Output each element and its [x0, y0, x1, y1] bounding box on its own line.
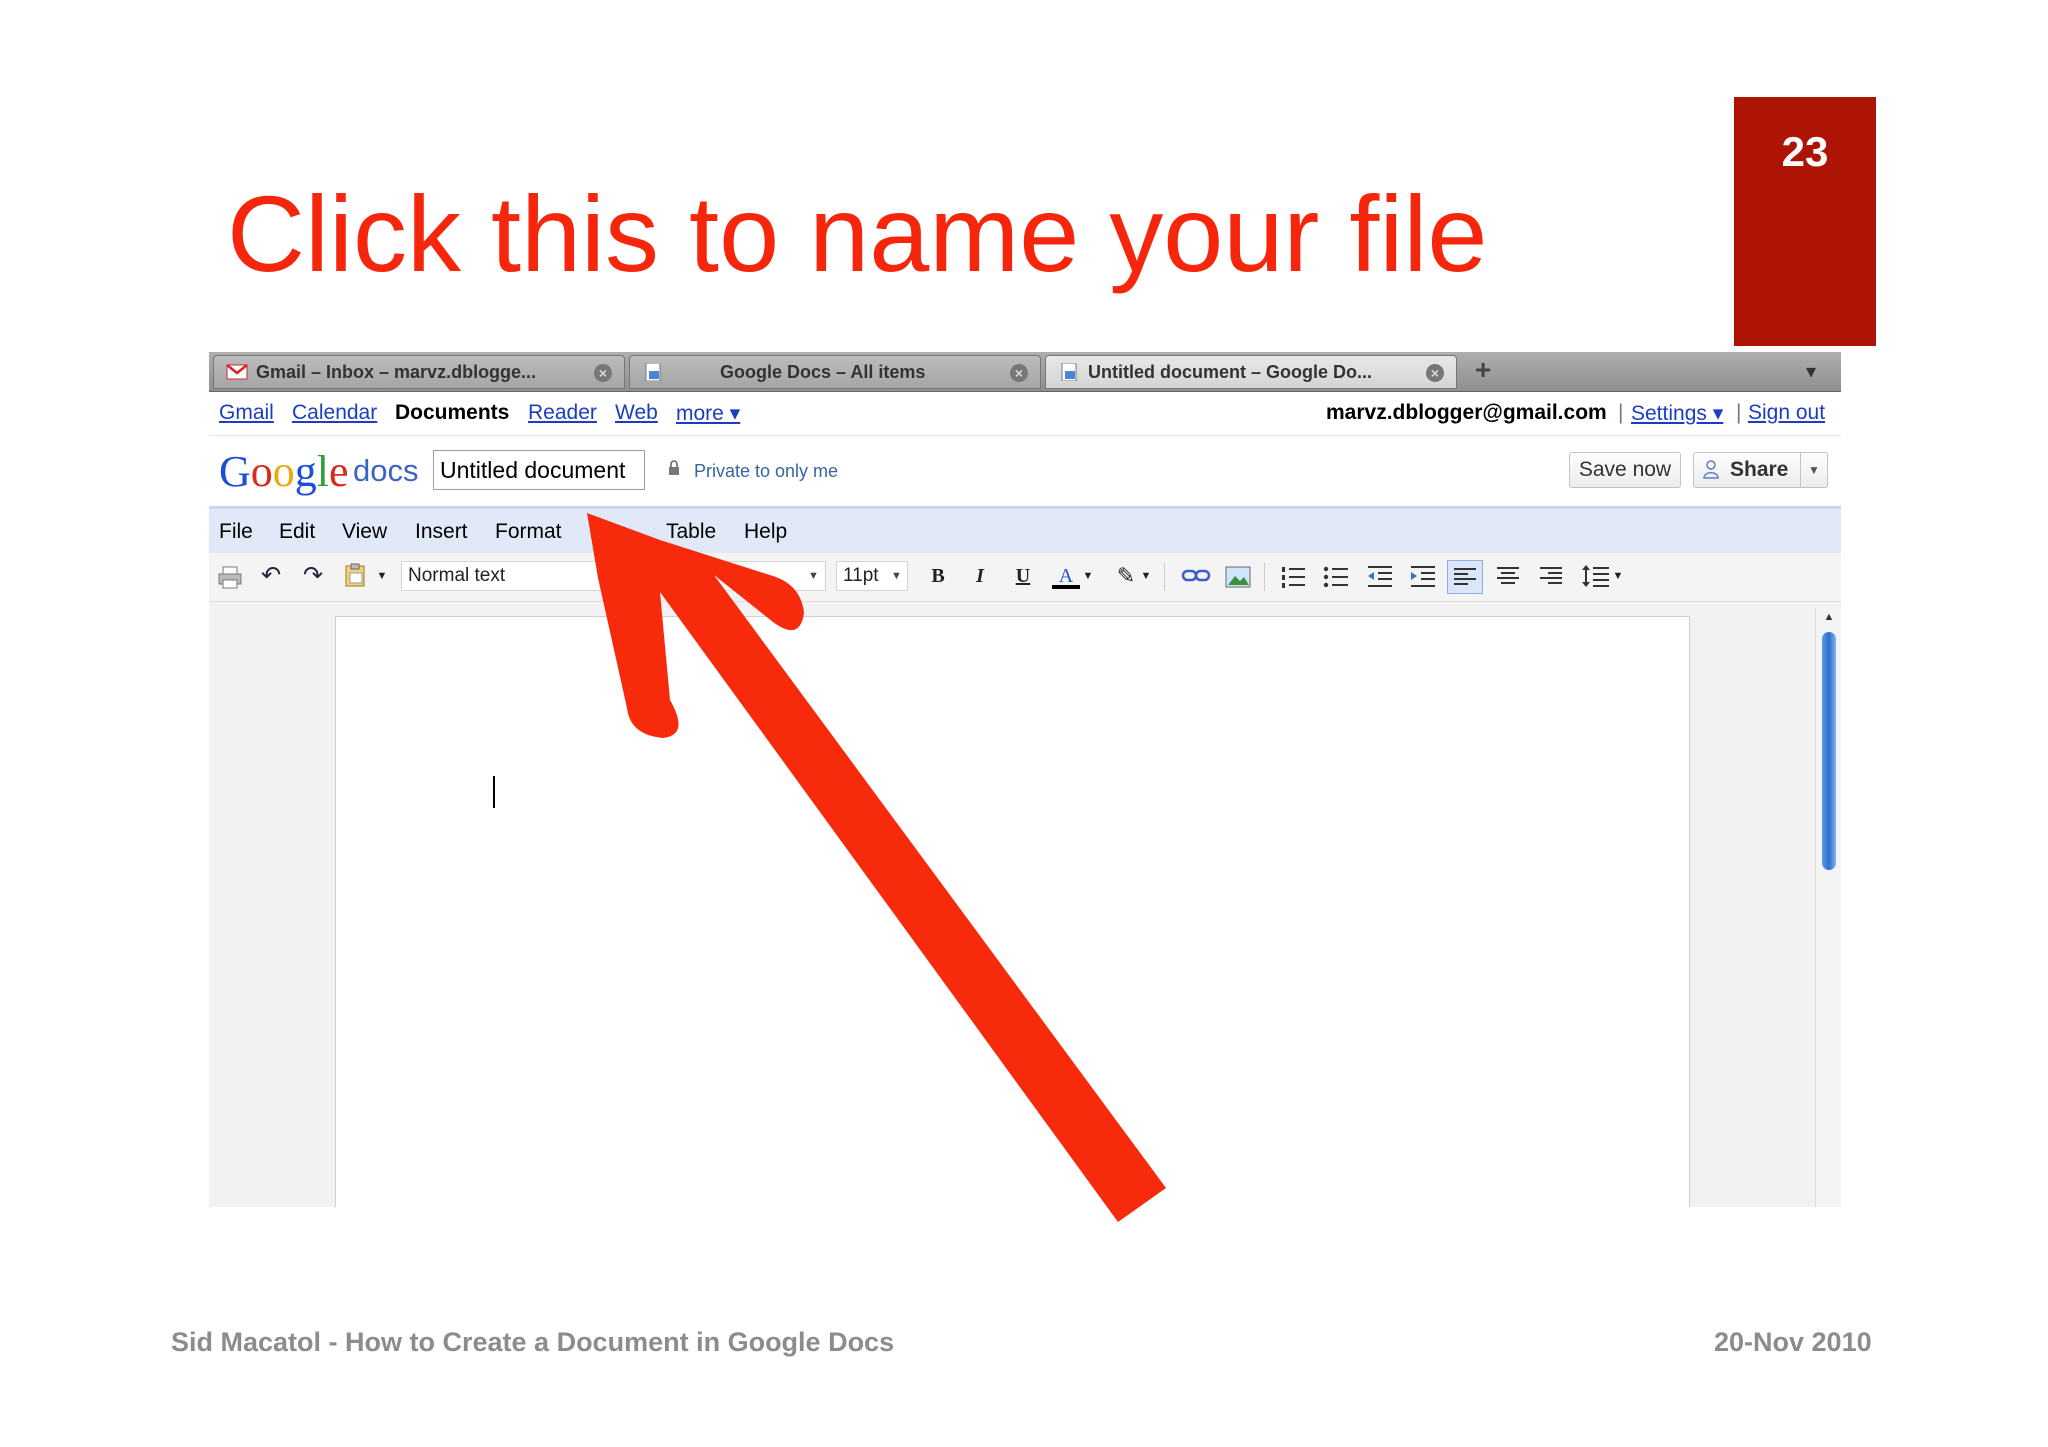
tab-gmail-inbox[interactable]: Gmail – Inbox – marvz.dblogge... ×: [213, 355, 625, 389]
tab-menu-icon[interactable]: ▾: [1794, 359, 1828, 383]
menu-insert[interactable]: Insert: [415, 520, 468, 544]
footer-title: Sid Macatol - How to Create a Document i…: [171, 1327, 895, 1357]
highlight-icon[interactable]: ✎: [1112, 563, 1140, 589]
undo-icon[interactable]: ↶: [257, 563, 285, 589]
google-docs-screenshot: Gmail – Inbox – marvz.dblogge... × Googl…: [209, 352, 1841, 1207]
document-page[interactable]: [335, 616, 1690, 1207]
account-email: marvz.dblogger@gmail.com: [1326, 401, 1607, 424]
scroll-thumb[interactable]: [1822, 632, 1836, 870]
menu-view[interactable]: View: [342, 520, 387, 544]
slide-number: 23: [1781, 128, 1829, 175]
gbar-link-gmail[interactable]: Gmail: [219, 401, 274, 425]
formatting-toolbar: ↶ ↷ ▼ Normal text ▼ 11pt ▼ B I U A ▼ ✎ ▼: [209, 553, 1841, 602]
print-icon[interactable]: [217, 564, 243, 590]
gbar-separator: |: [1736, 401, 1742, 424]
menu-table[interactable]: Table: [666, 520, 716, 544]
lock-icon: [669, 460, 679, 475]
new-tab-button[interactable]: +: [1461, 355, 1505, 387]
redo-icon[interactable]: ↷: [299, 563, 327, 589]
browser-tab-bar: Gmail – Inbox – marvz.dblogge... × Googl…: [209, 352, 1841, 392]
chevron-down-icon: ▼: [891, 570, 902, 582]
numbered-list-icon[interactable]: [1279, 564, 1307, 590]
italic-button[interactable]: I: [967, 563, 993, 589]
font-size-select[interactable]: 11pt ▼: [836, 561, 908, 591]
save-now-button[interactable]: Save now: [1569, 452, 1681, 488]
gbar-separator: |: [1618, 401, 1624, 424]
paint-format-icon[interactable]: [343, 562, 371, 590]
sign-out-link[interactable]: Sign out: [1748, 401, 1825, 425]
gbar-link-reader[interactable]: Reader: [528, 401, 597, 425]
text-cursor: [493, 776, 495, 808]
close-icon[interactable]: ×: [1426, 364, 1444, 382]
share-button[interactable]: Share: [1693, 452, 1801, 488]
tab-label: Gmail – Inbox – marvz.dblogge...: [256, 362, 537, 382]
menu-bar: File Edit View Insert Format Table Help: [209, 509, 1841, 553]
document-title-field[interactable]: Untitled document: [433, 450, 645, 490]
docs-icon: [1061, 363, 1077, 381]
menu-help[interactable]: Help: [744, 520, 787, 544]
chevron-down-icon[interactable]: ▼: [1611, 563, 1625, 589]
gmail-icon: [226, 364, 248, 380]
chevron-down-icon[interactable]: ▼: [1081, 563, 1095, 589]
paragraph-style-select[interactable]: Normal text ▼: [401, 561, 826, 591]
chevron-down-icon[interactable]: ▼: [1139, 563, 1153, 589]
gbar-link-web[interactable]: Web: [615, 401, 658, 425]
scroll-up-icon[interactable]: ▲: [1816, 608, 1841, 626]
google-bar: Gmail Calendar Documents Reader Web more…: [209, 392, 1841, 436]
chevron-down-icon: ▼: [808, 570, 819, 582]
close-icon[interactable]: ×: [594, 364, 612, 382]
share-label: Share: [1730, 458, 1789, 481]
paragraph-style-value: Normal text: [408, 565, 506, 586]
image-icon[interactable]: [1224, 564, 1252, 590]
align-left-icon: [1454, 568, 1476, 585]
bold-button[interactable]: B: [925, 563, 951, 589]
link-icon[interactable]: [1181, 565, 1211, 587]
increase-indent-icon[interactable]: [1409, 564, 1437, 590]
people-icon: [1703, 460, 1719, 479]
tab-docs-all-items[interactable]: Google Docs – All items ×: [629, 355, 1041, 389]
menu-edit[interactable]: Edit: [279, 520, 315, 544]
align-right-icon[interactable]: [1538, 564, 1564, 588]
toolbar-divider: [1164, 563, 1165, 591]
line-spacing-icon[interactable]: [1581, 563, 1611, 589]
google-logo[interactable]: Google: [219, 446, 349, 497]
close-icon[interactable]: ×: [1010, 364, 1028, 382]
font-size-value: 11pt: [843, 565, 879, 586]
gbar-link-more[interactable]: more ▾: [676, 401, 740, 426]
docs-product-label: docs: [353, 453, 419, 488]
tab-label: Google Docs – All items: [720, 362, 926, 382]
share-dropdown-button[interactable]: ▼: [1800, 452, 1828, 488]
chevron-down-icon[interactable]: ▼: [375, 563, 389, 589]
slide-title: Click this to name your file: [227, 173, 1488, 294]
document-canvas: [209, 602, 1841, 1207]
align-left-button[interactable]: [1447, 560, 1483, 594]
privacy-status[interactable]: Private to only me: [694, 461, 838, 482]
tab-label: Untitled document – Google Do...: [1088, 362, 1373, 382]
document-header: Google docs Untitled document Private to…: [209, 436, 1841, 509]
menu-file[interactable]: File: [219, 520, 253, 544]
gbar-link-calendar[interactable]: Calendar: [292, 401, 377, 425]
text-color-button[interactable]: A: [1052, 563, 1080, 589]
settings-link[interactable]: Settings ▾: [1631, 401, 1723, 426]
align-center-icon[interactable]: [1495, 564, 1521, 588]
decrease-indent-icon[interactable]: [1366, 564, 1394, 590]
toolbar-divider: [1264, 563, 1265, 591]
docs-icon: [645, 363, 661, 381]
menu-format[interactable]: Format: [495, 520, 562, 544]
vertical-scrollbar[interactable]: ▲: [1815, 608, 1841, 1207]
bulleted-list-icon[interactable]: [1322, 564, 1350, 590]
footer-date: 20-Nov 2010: [1714, 1327, 1872, 1357]
tab-untitled-document[interactable]: Untitled document – Google Do... ×: [1045, 355, 1457, 389]
gbar-link-documents: Documents: [395, 401, 510, 424]
underline-button[interactable]: U: [1010, 563, 1036, 589]
